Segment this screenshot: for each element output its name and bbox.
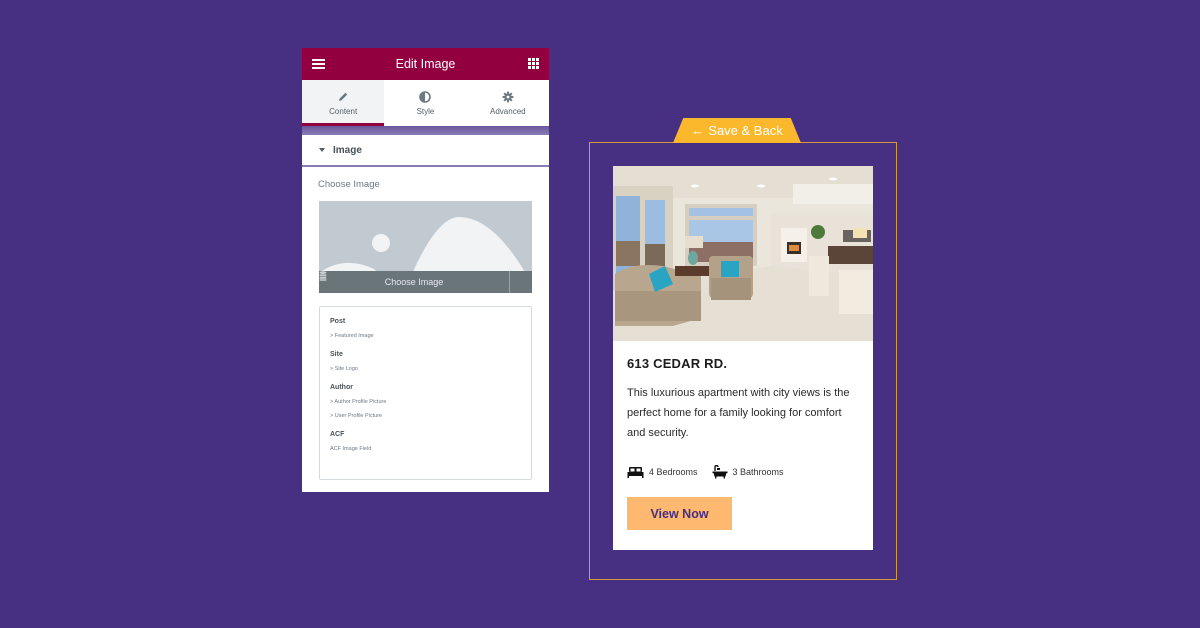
property-features: 4 Bedrooms 3 Bathrooms <box>627 465 859 479</box>
tag-item[interactable]: > Author Profile Picture <box>330 399 521 405</box>
choose-image-label: Choose Image <box>318 179 380 190</box>
caret-down-icon <box>319 148 325 152</box>
tab-label: Style <box>416 106 435 116</box>
group-label: Site <box>330 351 343 358</box>
view-now-button[interactable]: View Now <box>627 497 732 530</box>
media-bar: Choose Image <box>319 271 532 293</box>
dynamic-tags-button[interactable] <box>319 271 532 293</box>
property-card: 613 CEDAR RD. This luxurious apartment w… <box>613 166 873 550</box>
tab-label: Content <box>329 106 358 116</box>
tab-advanced[interactable]: Advanced <box>467 80 549 126</box>
tag-item[interactable]: ACF Image Field <box>330 446 521 452</box>
feature-bathrooms: 3 Bathrooms <box>712 465 784 479</box>
panel-tabs: Content Style Advanced <box>302 80 549 126</box>
group-label: Author <box>330 384 353 391</box>
tag-item[interactable]: > User Profile Picture <box>330 413 521 419</box>
feature-label: 3 Bathrooms <box>732 467 784 477</box>
dynamic-tags-list: Post > Featured Image Site > Site Logo A… <box>319 306 532 480</box>
section-title: Image <box>333 144 362 156</box>
bed-icon <box>627 467 644 478</box>
property-title: 613 CEDAR RD. <box>627 356 728 371</box>
half-circle-icon <box>419 90 432 103</box>
group-label: Post <box>330 318 346 325</box>
grid-icon[interactable] <box>528 58 539 69</box>
save-and-back-label: Save & Back <box>708 123 783 138</box>
property-photo <box>613 166 873 341</box>
arrow-left-icon: ← <box>691 123 705 138</box>
pencil-icon <box>339 92 348 101</box>
feature-bedrooms: 4 Bedrooms <box>627 466 698 478</box>
choose-image-button[interactable]: Choose Image <box>319 271 510 293</box>
tab-label: Advanced <box>490 106 526 116</box>
panel-title: Edit Image <box>395 57 456 71</box>
group-label: ACF <box>330 431 345 438</box>
section-image-header[interactable]: Image <box>302 135 549 167</box>
tag-item[interactable]: > Site Logo <box>330 366 521 372</box>
bathtub-icon <box>712 465 728 479</box>
tag-item[interactable]: > Featured Image <box>330 333 521 339</box>
hamburger-icon[interactable] <box>312 59 325 69</box>
property-description: This luxurious apartment with city views… <box>627 387 850 439</box>
database-icon <box>319 271 327 281</box>
panel-header: Edit Image <box>302 48 549 80</box>
gear-icon <box>502 91 514 102</box>
feature-label: 4 Bedrooms <box>649 467 698 477</box>
save-and-back-button[interactable]: ← Save & Back <box>673 118 801 143</box>
editor-panel: Edit Image Content Style Advanced Image … <box>302 48 549 492</box>
tab-content[interactable]: Content <box>302 80 385 126</box>
tab-style[interactable]: Style <box>384 80 466 126</box>
image-picker[interactable]: Choose Image <box>319 201 532 293</box>
tabs-shadow <box>302 126 549 135</box>
